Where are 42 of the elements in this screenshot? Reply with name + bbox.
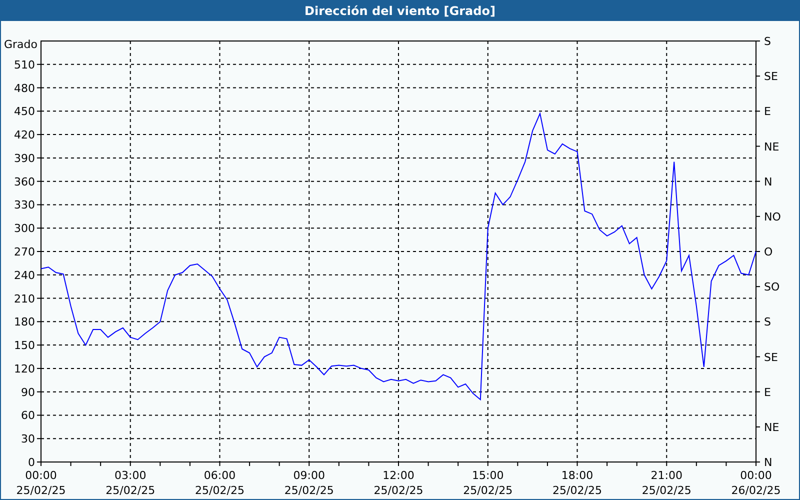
axis-tick-label: 390 xyxy=(14,152,35,165)
axis-tick-label: 510 xyxy=(14,58,35,72)
axis-tick-label: N xyxy=(764,456,772,469)
axis-tick-label: O xyxy=(764,246,773,258)
window-title: Dirección del viento [Grado] xyxy=(1,1,799,21)
axis-tick-label: NE xyxy=(764,420,780,434)
axis-tick-label: N xyxy=(764,175,772,188)
axis-tick-label: 60 xyxy=(21,409,35,422)
axis-tick-label: 330 xyxy=(14,198,35,212)
axis-tick-label: NO xyxy=(764,210,781,224)
axis-tick-label: 150 xyxy=(14,339,35,352)
axis-tick-label: 180 xyxy=(14,316,35,329)
axis-title: Grado xyxy=(4,38,38,51)
axis-tick-label: E xyxy=(764,386,771,399)
axis-tick-label: 15:00 25/02/25 xyxy=(463,469,513,497)
axis-tick-label: 240 xyxy=(14,268,35,282)
axis-tick-label: 360 xyxy=(14,175,35,188)
axis-tick-label: 03:00 25/02/25 xyxy=(106,469,156,497)
axis-tick-label: 210 xyxy=(14,292,35,306)
axis-tick-label: 0 xyxy=(28,456,35,469)
axis-tick-label: 21:00 25/02/25 xyxy=(642,469,692,497)
axis-tick-label: 00:00 25/02/25 xyxy=(16,469,66,497)
axis-tick-label: 00:00 26/02/25 xyxy=(731,469,781,497)
axis-tick-label: SE xyxy=(764,70,778,84)
axis-tick-label: 09:00 25/02/25 xyxy=(284,469,334,497)
axis-tick-label: 270 xyxy=(14,246,35,258)
axis-tick-label: 480 xyxy=(14,82,35,95)
axis-tick-label: 450 xyxy=(14,105,35,118)
axis-tick-label: 120 xyxy=(14,362,35,376)
axis-tick-label: 18:00 25/02/25 xyxy=(552,469,602,497)
axis-tick-label: 90 xyxy=(21,386,35,399)
axis-tick-label: 06:00 25/02/25 xyxy=(195,469,244,497)
axis-tick-label: S xyxy=(764,35,771,48)
axis-tick-label: 420 xyxy=(14,128,35,142)
axis-tick-label: S xyxy=(764,316,771,329)
axis-tick-label: NE xyxy=(764,140,780,154)
axis-tick-label: SO xyxy=(764,280,780,294)
axis-tick-label: E xyxy=(764,105,771,118)
axis-tick-label: 12:00 25/02/25 xyxy=(374,469,424,497)
axis-tick-label: 30 xyxy=(21,432,35,446)
axis-tick-label: 300 xyxy=(14,222,35,236)
axis-tick-label: SE xyxy=(764,350,778,364)
